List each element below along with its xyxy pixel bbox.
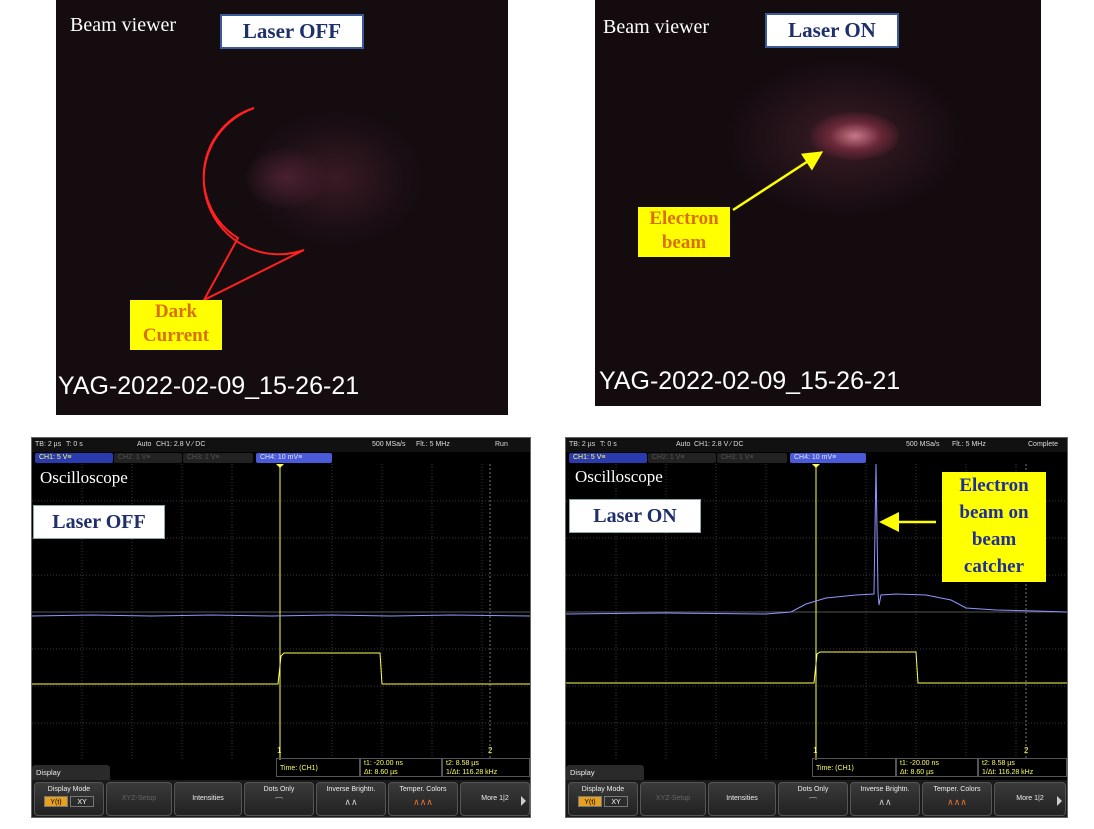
cursor-t2-readout: t2: 8.58 µs 1/Δt: 116.28 kHz	[978, 758, 1067, 777]
camera-title: Beam viewer	[603, 16, 710, 38]
oscilloscope-label: Oscilloscope	[575, 467, 663, 486]
inverse-brightness-button[interactable]: Inverse Brightn. ∧∧	[316, 782, 386, 816]
oscilloscope-label: Oscilloscope	[40, 468, 128, 487]
more-button[interactable]: More 1|2	[460, 782, 530, 816]
oscilloscope-laser-off: TB: 2 µs T: 0 s Auto CH1: 2.8 V ⁄ DC 500…	[31, 437, 531, 818]
ch4-trace	[32, 614, 530, 617]
laser-state-label: Laser OFF	[33, 505, 165, 539]
beam-viewer-laser-on: Beam viewer Laser ON Electron beam YAG-2…	[595, 0, 1041, 406]
xy-mode-toggle[interactable]: XY	[604, 796, 628, 807]
trigger-level-readout[interactable]: CH1: 2.8 V ⁄ DC	[156, 438, 205, 452]
beam-catcher-label: Electron beam on beam catcher	[942, 472, 1046, 582]
channel-4-tab[interactable]: CH4: 10 mV≡	[256, 453, 332, 463]
cursor-marker-2: 2	[488, 746, 493, 755]
electron-beam-label: Electron beam	[638, 207, 730, 257]
waveform-icon: ∧∧	[344, 797, 358, 807]
cursor-t1-readout: t1: -20.00 ns Δt: 8.60 µs	[896, 758, 978, 777]
temper-colors-button[interactable]: Temper. Colors ∧∧∧	[388, 782, 458, 816]
display-mode-button[interactable]: Display Mode Y(t) XY	[568, 782, 638, 816]
channel-2-tab[interactable]: CH2: 1 V≡	[114, 453, 182, 463]
dots-icon: ⁀	[275, 797, 283, 807]
channel-3-tab[interactable]: CH3: 1 V≡	[183, 453, 253, 463]
xyz-setup-button[interactable]: XYZ-Setup	[640, 782, 706, 816]
dots-only-button[interactable]: Dots Only ⁀	[244, 782, 314, 816]
laser-state-label: Laser OFF	[220, 14, 364, 49]
camera-timestamp: YAG-2022-02-09_15-26-21	[599, 367, 901, 395]
cursor-t1-readout: t1: -20.00 ns Δt: 8.60 µs	[360, 758, 442, 777]
time-source-readout: Time: (CH1)	[812, 758, 896, 777]
oscilloscope-laser-on: TB: 2 µs T: 0 s Auto CH1: 2.8 V ⁄ DC 500…	[565, 437, 1068, 818]
camera-timestamp: YAG-2022-02-09_15-26-21	[58, 372, 360, 400]
trigger-mode-readout[interactable]: Auto	[676, 438, 690, 452]
softkey-menu: Display Mode Y(t) XY XYZ-Setup Intensitie…	[566, 780, 1067, 817]
trigger-time-readout[interactable]: T: 0 s	[66, 438, 83, 452]
channel-bar: CH1: 5 V≡ CH2: 1 V≡ CH3: 1 V≡ CH4: 10 mV…	[566, 452, 1067, 464]
timebase-readout[interactable]: TB: 2 µs	[569, 438, 595, 452]
channel-bar: CH1: 5 V≡ CH2: 1 V≡ CH3: 1 V≡ CH4: 10 mV…	[32, 452, 530, 464]
dark-current-label: Dark Current	[130, 300, 222, 350]
color-wave-icon: ∧∧∧	[947, 797, 967, 807]
next-arrow-icon	[1057, 796, 1062, 806]
cursor-marker-1: 1	[277, 746, 282, 755]
channel-1-tab[interactable]: CH1: 5 V≡	[35, 453, 113, 463]
intensities-button[interactable]: Intensities	[174, 782, 242, 816]
channel-4-tab[interactable]: CH4: 10 mV≡	[790, 453, 866, 463]
display-menu-tab[interactable]: Display	[566, 765, 644, 780]
display-menu-tab[interactable]: Display	[32, 765, 110, 780]
laser-state-label: Laser ON	[765, 13, 899, 48]
color-wave-icon: ∧∧∧	[413, 797, 433, 807]
trigger-mode-readout[interactable]: Auto	[137, 438, 151, 452]
run-status[interactable]: Complete	[1028, 438, 1058, 452]
cursor-marker-2: 2	[1024, 746, 1029, 755]
trigger-level-readout[interactable]: CH1: 2.8 V ⁄ DC	[694, 438, 743, 452]
run-status[interactable]: Run	[495, 438, 508, 452]
sample-rate-readout[interactable]: 500 MSa/s	[906, 438, 939, 452]
sample-rate-readout[interactable]: 500 MSa/s	[372, 438, 405, 452]
temper-colors-button[interactable]: Temper. Colors ∧∧∧	[922, 782, 992, 816]
dots-icon: ⁀	[809, 797, 817, 807]
waveform-screen[interactable]: Oscilloscope Laser OFF 1 2	[32, 464, 530, 760]
channel-2-tab[interactable]: CH2: 1 V≡	[648, 453, 716, 463]
waveform-icon: ∧∧	[878, 797, 892, 807]
softkey-menu: Display Mode Y(t) XY XYZ-Setup Intensitie…	[32, 780, 530, 817]
camera-title: Beam viewer	[70, 14, 177, 36]
yt-mode-toggle[interactable]: Y(t)	[578, 796, 602, 807]
waveform-screen[interactable]: Oscilloscope Laser ON Electron beam on b…	[566, 463, 1067, 760]
xyz-setup-button[interactable]: XYZ-Setup	[106, 782, 172, 816]
dark-current-callout-shape	[201, 107, 305, 303]
next-arrow-icon	[521, 796, 526, 806]
dots-only-button[interactable]: Dots Only ⁀	[778, 782, 848, 816]
trigger-time-readout[interactable]: T: 0 s	[600, 438, 617, 452]
xy-mode-toggle[interactable]: XY	[70, 796, 94, 807]
timebase-readout[interactable]: TB: 2 µs	[35, 438, 61, 452]
status-bar: TB: 2 µs T: 0 s Auto CH1: 2.8 V ⁄ DC 500…	[566, 438, 1067, 452]
filter-readout[interactable]: Flt.: 5 MHz	[416, 438, 450, 452]
channel-3-tab[interactable]: CH3: 1 V≡	[717, 453, 787, 463]
ch1-trace	[32, 652, 530, 685]
laser-state-label: Laser ON	[569, 499, 701, 533]
electron-beam-arrow	[732, 151, 824, 212]
status-bar: TB: 2 µs T: 0 s Auto CH1: 2.8 V ⁄ DC 500…	[32, 438, 530, 452]
cursor-t2-readout: t2: 8.58 µs 1/Δt: 116.28 kHz	[442, 758, 530, 777]
beam-viewer-laser-off: Beam viewer Laser OFF Dark Current YAG-2…	[56, 0, 508, 415]
filter-readout[interactable]: Flt.: 5 MHz	[952, 438, 986, 452]
time-source-readout: Time: (CH1)	[276, 758, 360, 777]
inverse-brightness-button[interactable]: Inverse Brightn. ∧∧	[850, 782, 920, 816]
yt-mode-toggle[interactable]: Y(t)	[44, 796, 68, 807]
channel-1-tab[interactable]: CH1: 5 V≡	[569, 453, 647, 463]
display-mode-button[interactable]: Display Mode Y(t) XY	[34, 782, 104, 816]
cursor-marker-1: 1	[813, 746, 818, 755]
more-button[interactable]: More 1|2	[994, 782, 1066, 816]
intensities-button[interactable]: Intensities	[708, 782, 776, 816]
